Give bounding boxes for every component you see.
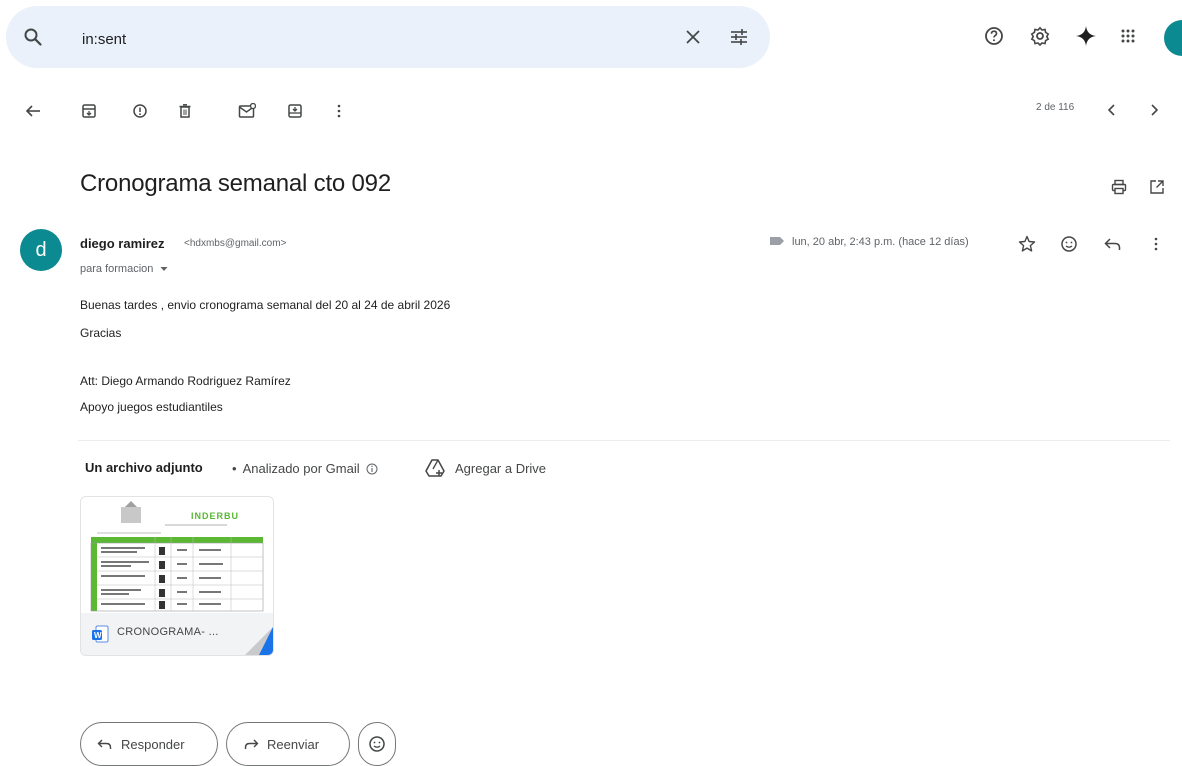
- analyzed-label: Analizado por Gmail: [242, 461, 360, 476]
- preview-heading: INDERBU: [191, 511, 239, 521]
- star-icon[interactable]: [1016, 233, 1038, 255]
- forward-button[interactable]: Reenviar: [226, 722, 350, 766]
- recipient-details[interactable]: para formacion: [80, 263, 168, 275]
- search-bar[interactable]: in:sent: [6, 6, 770, 68]
- delete-trash-icon[interactable]: [174, 100, 196, 122]
- account-avatar[interactable]: [1164, 20, 1182, 56]
- file-type-corner-icon: [233, 627, 273, 655]
- report-spam-icon[interactable]: [129, 100, 151, 122]
- attachment-footer[interactable]: W CRONOGRAMA- ...: [81, 613, 273, 655]
- email-subject: Cronograma semanal cto 092: [80, 170, 391, 197]
- body-line-thanks: Gracias: [80, 326, 122, 340]
- reply-icon[interactable]: [1102, 233, 1124, 255]
- label-icon: [768, 234, 786, 248]
- forward-button-label: Reenviar: [267, 736, 320, 752]
- back-arrow-icon[interactable]: [22, 100, 44, 122]
- search-input[interactable]: in:sent: [82, 31, 126, 48]
- message-more-vert-icon[interactable]: [1146, 233, 1166, 255]
- reply-button-label: Responder: [121, 736, 185, 752]
- sender-email: <hdxmbs@gmail.com>: [184, 238, 287, 249]
- email-date: lun, 20 abr, 2:43 p.m. (hace 12 días): [792, 236, 969, 248]
- emoji-icon: [368, 735, 386, 753]
- open-new-window-icon[interactable]: [1146, 176, 1168, 198]
- apps-grid-icon[interactable]: [1118, 26, 1138, 46]
- mark-unread-icon[interactable]: [236, 100, 258, 122]
- bullet-separator: •: [232, 461, 237, 476]
- word-doc-icon: W: [91, 625, 109, 643]
- info-icon[interactable]: [366, 463, 378, 475]
- emoji-reaction-icon[interactable]: [1058, 233, 1080, 255]
- chevron-down-icon[interactable]: [160, 263, 168, 275]
- search-options-icon[interactable]: [726, 24, 752, 50]
- reply-arrow-icon: [97, 738, 113, 750]
- attachments-title: Un archivo adjunto: [85, 460, 203, 475]
- body-line-signature-role: Apoyo juegos estudiantiles: [80, 400, 223, 414]
- more-vert-icon[interactable]: [328, 100, 350, 122]
- attachment-preview: INDERBU: [81, 497, 273, 613]
- move-to-icon[interactable]: [284, 100, 306, 122]
- pagination-count: 2 de 116: [1036, 102, 1075, 113]
- search-icon[interactable]: [20, 24, 46, 50]
- divider: [78, 440, 1170, 441]
- forward-arrow-icon: [243, 738, 259, 750]
- clear-search-icon[interactable]: [680, 24, 706, 50]
- older-chevron-right-icon[interactable]: [1144, 100, 1164, 120]
- recipient-label: para formacion: [80, 263, 154, 275]
- newer-chevron-left-icon[interactable]: [1102, 100, 1122, 120]
- archive-icon[interactable]: [78, 100, 100, 122]
- reply-button[interactable]: Responder: [80, 722, 218, 766]
- attachments-analyzed: • Analizado por Gmail: [232, 461, 378, 476]
- svg-text:W: W: [94, 631, 102, 640]
- settings-gear-icon[interactable]: [1028, 24, 1052, 48]
- sender-name[interactable]: diego ramirez: [80, 236, 165, 251]
- attachment-file-name: CRONOGRAMA- ...: [117, 626, 219, 638]
- help-icon[interactable]: [982, 24, 1006, 48]
- gemini-sparkle-icon[interactable]: [1073, 23, 1099, 49]
- emoji-react-button[interactable]: [358, 722, 396, 766]
- body-line-signature-name: Att: Diego Armando Rodriguez Ramírez: [80, 374, 291, 388]
- body-line-greeting: Buenas tardes , envio cronograma semanal…: [80, 298, 451, 312]
- attachment-card[interactable]: INDERBU W CRONOGRAMA- ...: [80, 496, 274, 656]
- add-to-drive-link[interactable]: Agregar a Drive: [455, 461, 546, 476]
- sender-avatar[interactable]: d: [20, 229, 62, 271]
- print-icon[interactable]: [1108, 176, 1130, 198]
- add-to-drive-icon[interactable]: [424, 457, 446, 479]
